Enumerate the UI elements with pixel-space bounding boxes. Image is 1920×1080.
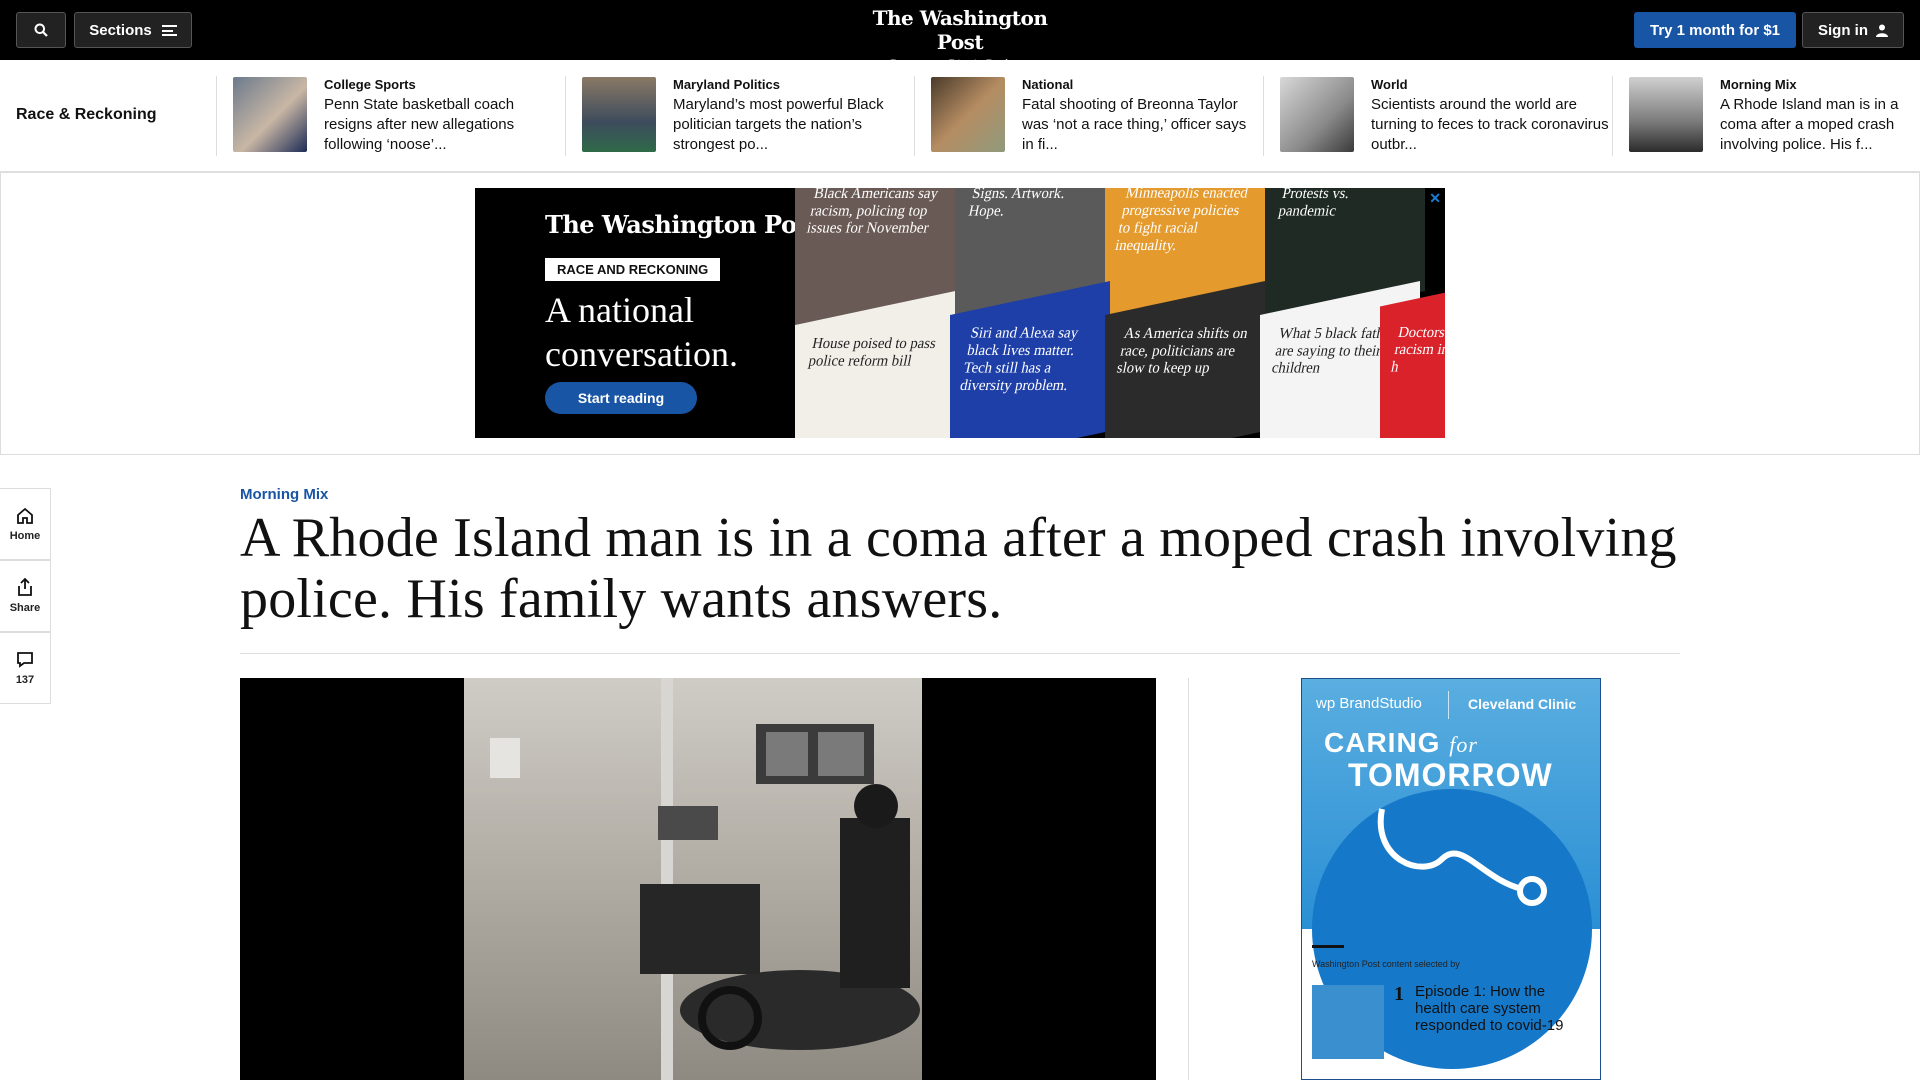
sections-button[interactable]: Sections [74, 12, 192, 48]
top-navigation-bar: Sections The Washington Post Democracy D… [0, 0, 1920, 70]
story-thumbnail [1629, 77, 1703, 152]
home-label: Home [9, 529, 41, 542]
sections-label: Sections [89, 21, 152, 39]
race-reckoning-story-strip: Race & Reckoning College Sports Penn Sta… [0, 60, 1920, 172]
ad-title-caring: CARING for [1324, 727, 1478, 758]
episode-title-link[interactable]: Episode 1: How the health care system re… [1415, 983, 1590, 1034]
story-headline: Maryland’s most powerful Black politicia… [673, 96, 884, 153]
home-button[interactable]: Home [0, 488, 51, 560]
divider [1263, 76, 1264, 156]
home-icon [17, 507, 33, 524]
story-headline: Fatal shooting of Breonna Taylor was ‘no… [1022, 96, 1247, 153]
article-video-player[interactable] [240, 678, 1156, 1080]
divider [216, 76, 217, 156]
ad-tile-text: Protests vs. pandemic [1277, 188, 1351, 220]
story-kicker: Maryland Politics [673, 77, 780, 92]
subscribe-button[interactable]: Try 1 month for $1 [1634, 12, 1796, 48]
story-thumbnail [233, 77, 307, 152]
brandstudio-logo: wp BrandStudio [1316, 695, 1422, 712]
column-divider [1188, 678, 1189, 1080]
search-icon [34, 23, 48, 37]
story-thumbnail [931, 77, 1005, 152]
story-card[interactable]: World Scientists around the world are tu… [1280, 77, 1610, 157]
ad-tile-text: Minneapolis enacted progressive policies… [1113, 188, 1250, 254]
start-reading-button[interactable]: Start reading [545, 382, 697, 414]
race-reckoning-ad-banner[interactable]: The Washington Post RACE AND RECKONING A… [475, 188, 1445, 438]
subnav-title[interactable]: Race & Reckoning [16, 106, 156, 124]
share-button[interactable]: Share [0, 560, 51, 632]
ad-headline: A national conversation. [545, 290, 738, 374]
story-headline: A Rhode Island man is in a coma after a … [1720, 96, 1899, 153]
story-headline: Penn State basketball coach resigns afte… [324, 96, 515, 153]
story-kicker: Morning Mix [1720, 77, 1797, 92]
stethoscope-icon [1377, 808, 1547, 906]
share-label: Share [9, 602, 41, 614]
ad-tile-text: Signs. Artwork. Hope. [967, 188, 1067, 220]
user-icon [1876, 24, 1888, 37]
story-card[interactable]: National Fatal shooting of Breonna Taylo… [931, 77, 1261, 157]
story-kicker: World [1371, 77, 1408, 92]
article-headline: A Rhode Island man is in a coma after a … [240, 507, 1677, 630]
ad-tile: Doctors racism in h [1380, 289, 1445, 438]
divider [914, 76, 915, 156]
logo-name: The Washington Post [872, 6, 1048, 54]
story-thumbnail [582, 77, 656, 152]
accent-bar [1312, 945, 1344, 948]
ad-tile-text: Siri and Alexa say black lives matter. T… [958, 325, 1080, 394]
divider [1448, 691, 1449, 719]
story-thumbnail [1280, 77, 1354, 152]
episode-thumbnail[interactable] [1312, 985, 1384, 1059]
ad-close-icon[interactable]: ✕ [1429, 190, 1441, 207]
ad-tile-text: As America shifts on race, politicians a… [1115, 325, 1250, 377]
comments-button[interactable]: 137 [0, 632, 51, 704]
ad-tile-text: Doctors racism in h [1389, 324, 1445, 376]
sign-in-button[interactable]: Sign in [1802, 12, 1904, 48]
content-credit: Washington Post content selected by [1312, 959, 1460, 969]
divider [565, 76, 566, 156]
ad-title-tomorrow: TOMORROW [1348, 757, 1553, 793]
ad-logo: The Washington Post [545, 210, 821, 239]
brandstudio-ad[interactable]: wp BrandStudio Cleveland Clinic CARING f… [1301, 678, 1601, 1080]
divider [1612, 76, 1613, 156]
divider [240, 653, 1680, 654]
ad-tile-text: Black Americans say racism, policing top… [805, 188, 940, 237]
ad-tile-text: House poised to pass police reform bill [807, 335, 938, 370]
story-kicker: National [1022, 77, 1074, 92]
sign-in-label: Sign in [1818, 21, 1868, 39]
comment-count: 137 [15, 673, 35, 686]
ad-tag: RACE AND RECKONING [545, 258, 721, 281]
video-frame-image [240, 678, 1156, 1080]
menu-icon [161, 24, 177, 36]
story-card[interactable]: College Sports Penn State basketball coa… [233, 77, 563, 157]
story-kicker: College Sports [324, 77, 416, 92]
share-icon [18, 578, 32, 596]
episode-number: 1 [1394, 983, 1404, 1005]
search-button[interactable] [16, 12, 66, 48]
story-headline: Scientists around the world are turning … [1371, 96, 1609, 153]
story-card[interactable]: Morning Mix A Rhode Island man is in a c… [1629, 77, 1920, 157]
ad-header-graphic: wp BrandStudio Cleveland Clinic CARING f… [1302, 679, 1600, 1069]
story-card[interactable]: Maryland Politics Maryland’s most powerf… [582, 77, 912, 157]
article-kicker[interactable]: Morning Mix [240, 486, 328, 503]
cleveland-clinic-logo: Cleveland Clinic [1468, 696, 1577, 712]
comment-icon [17, 651, 33, 668]
